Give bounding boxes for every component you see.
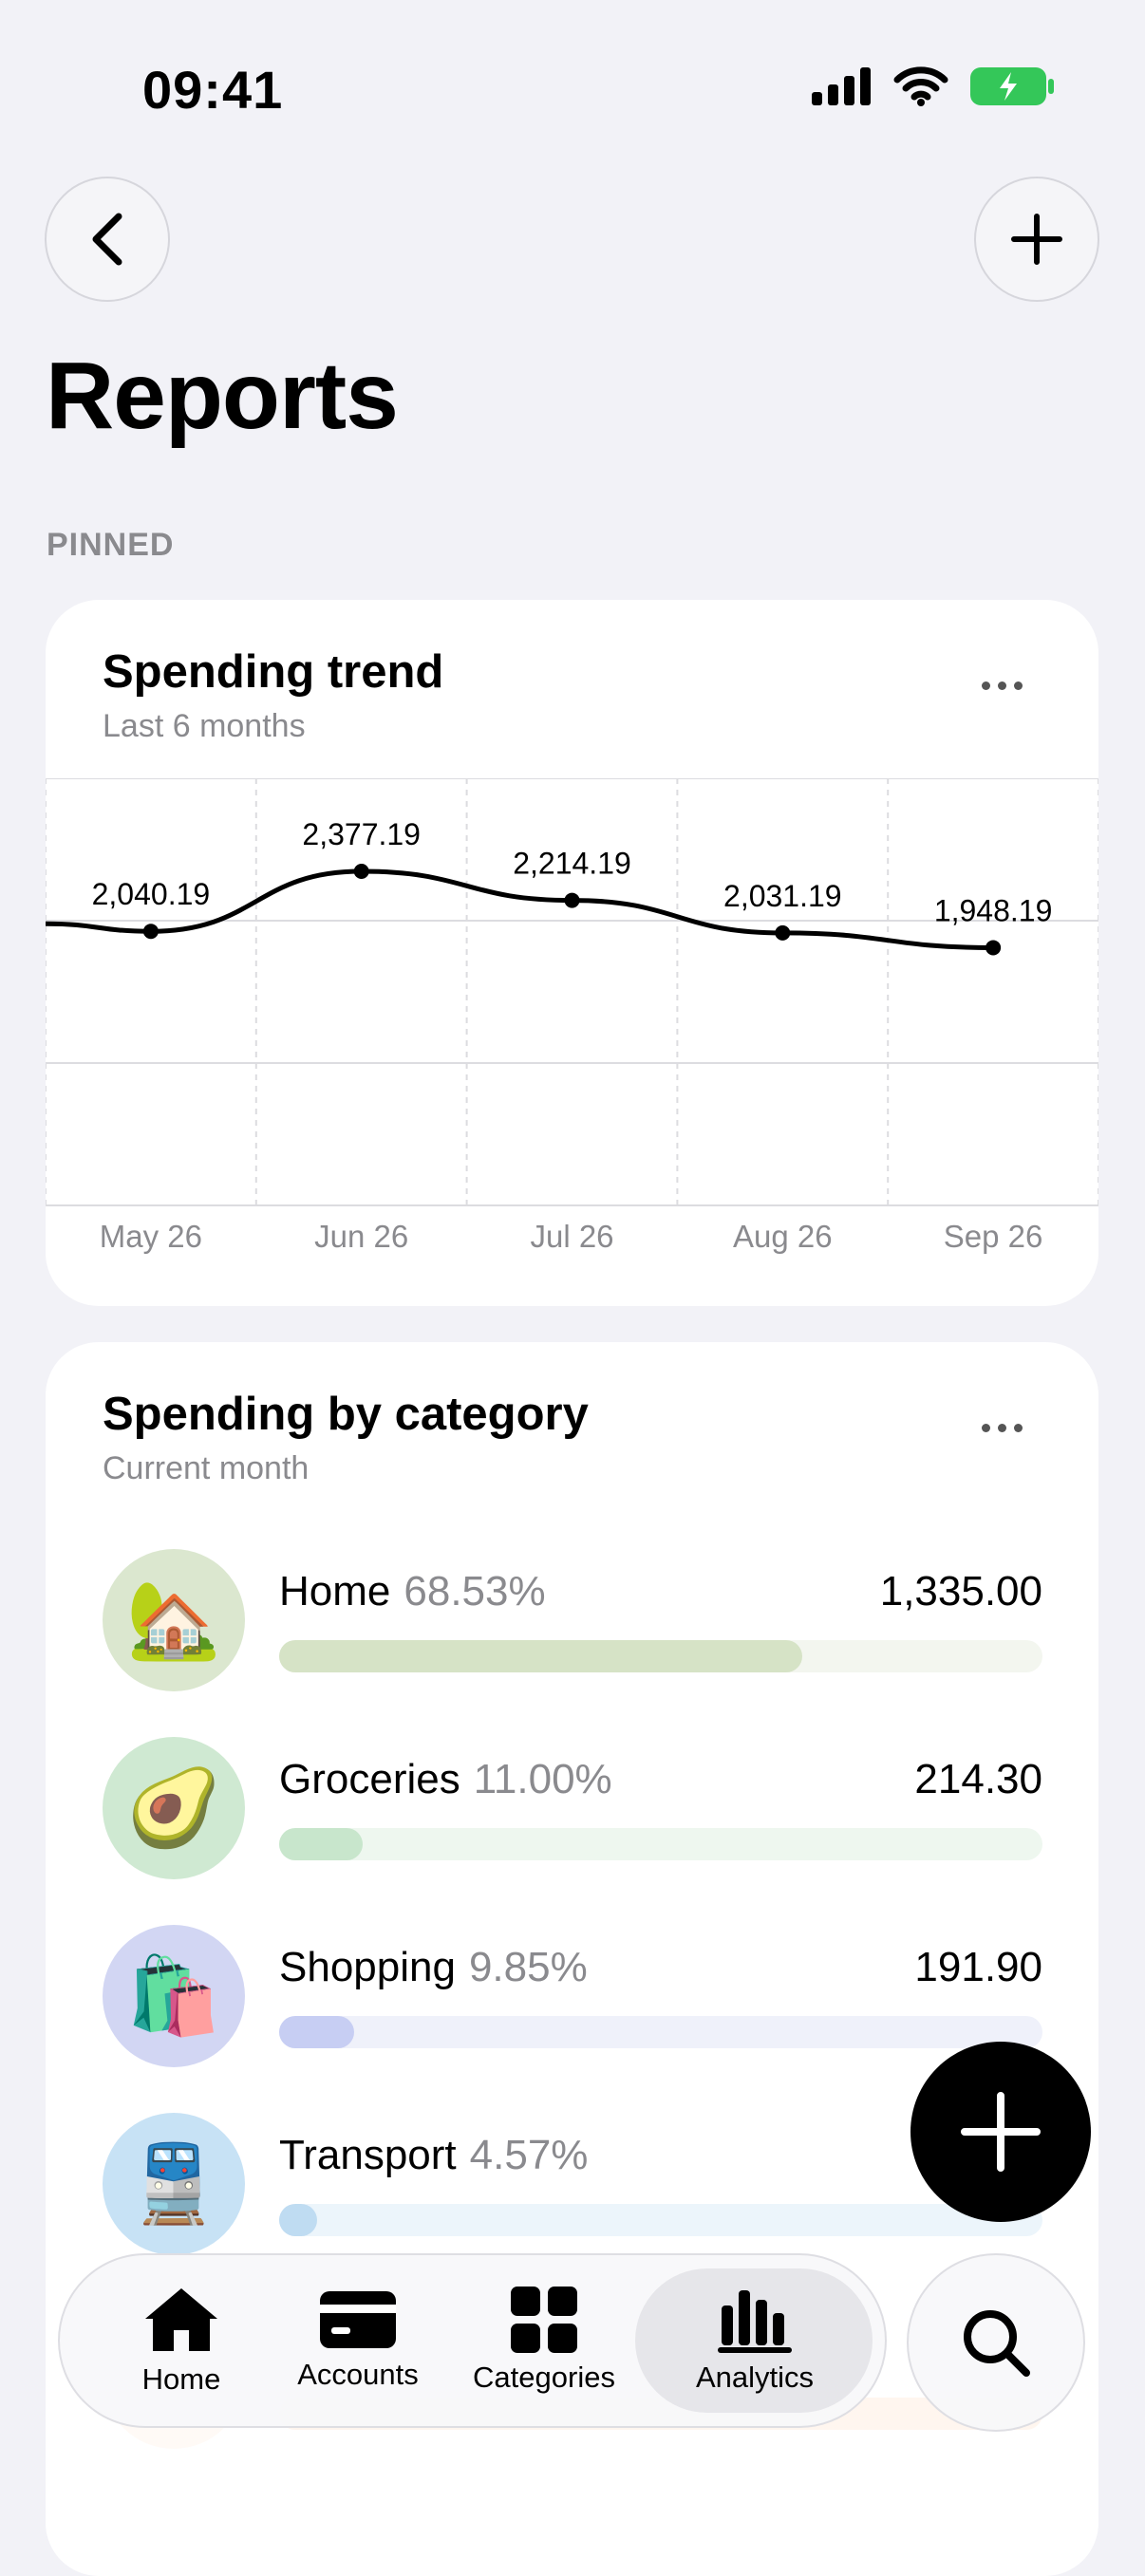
- avocado-icon: 🥑: [103, 1737, 245, 1879]
- category-percent: 68.53%: [404, 1568, 546, 1615]
- data-point: [564, 892, 580, 908]
- data-label: 2,040.19: [92, 877, 211, 911]
- house-icon: 🏡: [103, 1549, 245, 1691]
- tab-analytics[interactable]: Analytics: [648, 2255, 861, 2426]
- category-bar-track: [279, 2016, 1042, 2048]
- page-title: Reports: [46, 343, 399, 449]
- tab-accounts[interactable]: Accounts: [274, 2255, 441, 2426]
- data-point: [353, 864, 369, 880]
- category-bar-fill: [279, 2016, 355, 2048]
- category-bar-track: [279, 1828, 1042, 1860]
- category-bar-track: [279, 2204, 1042, 2236]
- category-amount: 214.30: [914, 1756, 1042, 1802]
- data-label: 2,214.19: [513, 847, 631, 881]
- x-tick-label: Sep 26: [944, 1219, 1043, 1254]
- data-label: 2,031.19: [723, 879, 842, 913]
- card-icon: [320, 2291, 396, 2348]
- category-percent: 11.00%: [473, 1756, 612, 1802]
- data-point: [775, 924, 791, 941]
- back-button[interactable]: [45, 177, 170, 302]
- category-bar-track: [279, 1640, 1042, 1672]
- category-bar-fill: [279, 2204, 318, 2236]
- tab-label: Accounts: [297, 2358, 419, 2391]
- category-percent: 4.57%: [469, 2132, 589, 2178]
- category-row-shopping[interactable]: 🛍️ Shopping 9.85% 191.90: [103, 1925, 1042, 2067]
- spending-trend-chart: 2,040.19 2,377.19 2,214.19 2,031.19 1,948.19…: [46, 778, 1098, 1254]
- search-button[interactable]: [907, 2253, 1085, 2432]
- tab-bar: Home Accounts Categories Analytics: [58, 2253, 887, 2428]
- battery-charging-icon: [970, 67, 1054, 105]
- tab-home[interactable]: Home: [98, 2255, 265, 2426]
- cellular-signal-icon: [812, 67, 871, 105]
- status-icons: [812, 66, 1055, 106]
- chevron-left-icon: [92, 213, 122, 266]
- x-tick-label: Aug 26: [733, 1219, 833, 1254]
- category-name: Home: [279, 1568, 391, 1615]
- bar-chart-icon: [718, 2290, 792, 2353]
- card-subtitle: Current month: [103, 1450, 310, 1486]
- card-title: Spending by category: [103, 1389, 589, 1440]
- train-icon: 🚆: [103, 2113, 245, 2255]
- data-label: 2,377.19: [302, 817, 421, 851]
- category-bar-fill: [279, 1640, 802, 1672]
- category-name: Transport: [279, 2132, 457, 2178]
- x-tick-label: Jul 26: [530, 1219, 613, 1254]
- spending-trend-card[interactable]: Spending trend Last 6 months 2,040.19 2,3…: [46, 600, 1098, 1306]
- grid-icon: [511, 2287, 577, 2353]
- x-tick-label: May 26: [100, 1219, 202, 1254]
- card-subtitle: Last 6 months: [103, 708, 306, 744]
- x-tick-label: Jun 26: [314, 1219, 408, 1254]
- data-point: [142, 924, 159, 940]
- category-amount: 191.90: [914, 1944, 1042, 1990]
- wifi-icon: [893, 66, 948, 106]
- add-report-button[interactable]: [974, 177, 1099, 302]
- category-percent: 9.85%: [468, 1944, 588, 1990]
- tab-label: Categories: [473, 2361, 615, 2394]
- section-label-pinned: PINNED: [47, 527, 175, 563]
- status-time: 09:41: [142, 60, 284, 120]
- add-transaction-fab[interactable]: [910, 2042, 1091, 2222]
- category-amount: 1,335.00: [879, 1568, 1042, 1615]
- tab-categories[interactable]: Categories: [451, 2255, 637, 2426]
- house-icon: [145, 2288, 217, 2351]
- category-bar-fill: [279, 1828, 364, 1860]
- plus-icon: [1011, 214, 1062, 265]
- shopping-bags-icon: 🛍️: [103, 1925, 245, 2067]
- category-row-groceries[interactable]: 🥑 Groceries 11.00% 214.30: [103, 1737, 1042, 1879]
- category-row-transport[interactable]: 🚆 Transport 4.57%: [103, 2113, 1042, 2255]
- category-row-home[interactable]: 🏡 Home 68.53% 1,335.00: [103, 1549, 1042, 1691]
- data-label: 1,948.19: [934, 893, 1053, 927]
- more-options-icon[interactable]: [982, 681, 1023, 690]
- tab-label: Home: [141, 2362, 221, 2396]
- data-point: [985, 940, 1002, 956]
- tab-label: Analytics: [695, 2361, 815, 2394]
- more-options-icon[interactable]: [982, 1424, 1023, 1432]
- search-icon: [964, 2310, 1030, 2377]
- category-name: Groceries: [279, 1756, 460, 1802]
- category-name: Shopping: [279, 1944, 456, 1990]
- card-title: Spending trend: [103, 646, 444, 698]
- plus-icon: [961, 2092, 1041, 2172]
